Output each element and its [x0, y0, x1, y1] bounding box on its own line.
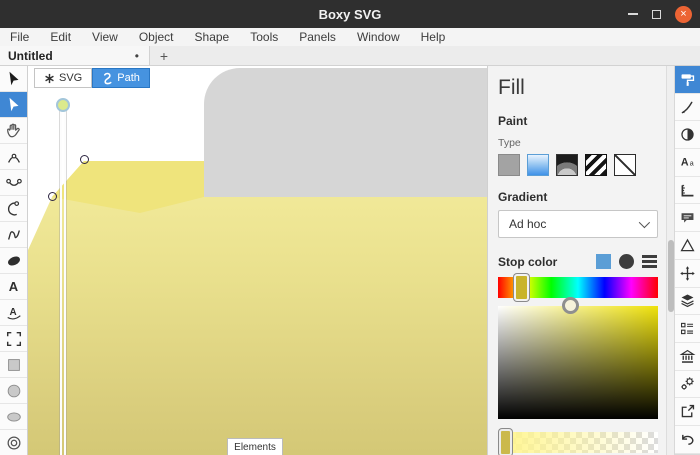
library-panel-icon[interactable]: [675, 343, 700, 371]
geometry-panel-icon[interactable]: [675, 177, 700, 205]
paint-type-linear-gradient[interactable]: [527, 154, 549, 176]
arc-tool-icon[interactable]: [0, 196, 27, 222]
menu-tools[interactable]: Tools: [250, 30, 278, 44]
circle-tool-icon[interactable]: [0, 378, 27, 404]
pan-tool-icon[interactable]: [0, 118, 27, 144]
path-node-handle[interactable]: [48, 192, 57, 201]
blob-tool-icon[interactable]: [0, 248, 27, 274]
text-path-tool-icon[interactable]: A: [0, 300, 27, 326]
gradient-select[interactable]: Ad hoc: [498, 210, 658, 238]
gradient-stops-bar[interactable]: [498, 429, 658, 455]
curve-point-tool-icon[interactable]: [0, 144, 27, 170]
type-label: Type: [498, 137, 521, 149]
menu-edit[interactable]: Edit: [50, 30, 71, 44]
curve-nodes-tool-icon[interactable]: [0, 170, 27, 196]
hue-slider-handle[interactable]: [514, 274, 529, 301]
svg-text:a: a: [689, 160, 693, 168]
new-tab-button[interactable]: +: [150, 46, 178, 65]
asterisk-icon: [45, 73, 54, 83]
saturation-value-picker[interactable]: [498, 297, 658, 419]
right-panel-strip: Aa: [674, 66, 700, 455]
window-controls: ×: [628, 0, 692, 28]
elements-panel-button[interactable]: Elements: [227, 438, 283, 455]
stop-color-label: Stop color: [498, 254, 558, 269]
left-toolbar: A A: [0, 66, 28, 455]
menu-view[interactable]: View: [92, 30, 118, 44]
menu-help[interactable]: Help: [421, 30, 446, 44]
paint-type-none[interactable]: [614, 154, 636, 176]
select-tool-icon[interactable]: [0, 66, 27, 92]
gradient-editor-line[interactable]: [60, 107, 66, 455]
transform-panel-icon[interactable]: [675, 260, 700, 288]
hue-slider[interactable]: [498, 274, 658, 301]
gray-rounded-shape[interactable]: [204, 68, 487, 197]
typography-panel-icon[interactable]: Aa: [675, 149, 700, 177]
menu-file[interactable]: File: [10, 30, 29, 44]
stop-color-modes: [596, 254, 657, 269]
paint-type-radial-gradient[interactable]: [556, 154, 578, 176]
breadcrumb-svg-button[interactable]: SVG: [34, 68, 93, 88]
panel-scrollbar[interactable]: [666, 66, 674, 455]
sliders-mode-icon[interactable]: [642, 255, 657, 268]
arrangement-panel-icon[interactable]: [675, 288, 700, 316]
canvas[interactable]: SVG Path Elements: [28, 66, 487, 455]
menubar: File Edit View Object Shape Tools Panels…: [0, 28, 700, 46]
path-node-handle[interactable]: [80, 155, 89, 164]
close-button[interactable]: ×: [675, 5, 692, 23]
generators-panel-icon[interactable]: [675, 371, 700, 399]
paint-type-pattern[interactable]: [585, 154, 607, 176]
shape-panel-icon[interactable]: [675, 232, 700, 260]
menu-object[interactable]: Object: [139, 30, 174, 44]
paint-type-solid[interactable]: [498, 154, 520, 176]
panel-title: Fill: [498, 76, 525, 99]
comments-panel-icon[interactable]: [675, 204, 700, 233]
stroke-panel-icon[interactable]: [675, 94, 700, 122]
text-tool-icon[interactable]: A: [0, 274, 27, 300]
fill-panel-icon[interactable]: [675, 66, 700, 94]
edit-points-tool-icon[interactable]: [0, 92, 27, 118]
gradient-start-handle[interactable]: [56, 98, 70, 112]
boxy-svg-window: Boxy SVG × File Edit View Object Shape T…: [0, 0, 700, 455]
export-panel-icon[interactable]: [675, 398, 700, 426]
view-box-tool-icon[interactable]: [0, 326, 27, 352]
chevron-down-icon: [638, 216, 651, 229]
objects-panel-icon[interactable]: [675, 315, 700, 343]
gradient-stop-handle[interactable]: [499, 429, 512, 455]
compositing-panel-icon[interactable]: [675, 121, 700, 150]
history-panel-icon[interactable]: [675, 426, 700, 454]
paint-section-label: Paint: [498, 114, 528, 128]
menu-panels[interactable]: Panels: [299, 30, 336, 44]
titlebar: Boxy SVG ×: [0, 0, 700, 28]
concentric-circles-tool-icon[interactable]: [0, 430, 27, 455]
window-title: Boxy SVG: [318, 6, 382, 22]
modified-dot: •: [134, 48, 139, 63]
rect-tool-icon[interactable]: [0, 352, 27, 378]
maximize-button[interactable]: [652, 9, 661, 19]
paint-type-row: [498, 154, 657, 176]
freehand-tool-icon[interactable]: [0, 222, 27, 248]
breadcrumb: SVG Path: [34, 68, 150, 88]
wheel-mode-icon[interactable]: [619, 254, 634, 269]
svg-text:A: A: [9, 306, 16, 317]
tab-untitled[interactable]: Untitled •: [0, 46, 150, 65]
tab-bar: Untitled • +: [0, 46, 700, 66]
ellipse-tool-icon[interactable]: [0, 404, 27, 430]
path-curve-icon: [104, 72, 112, 84]
gradient-section-label: Gradient: [498, 190, 548, 204]
breadcrumb-path-button[interactable]: Path: [92, 68, 150, 88]
menu-shape[interactable]: Shape: [195, 30, 230, 44]
saturation-value-handle[interactable]: [562, 297, 579, 314]
swatch-mode-icon[interactable]: [596, 254, 611, 269]
minimize-button[interactable]: [628, 13, 638, 15]
menu-window[interactable]: Window: [357, 30, 400, 44]
fill-panel: Fill Paint Type Gradient Ad hoc Stop col…: [487, 66, 666, 455]
svg-text:A: A: [680, 157, 688, 169]
